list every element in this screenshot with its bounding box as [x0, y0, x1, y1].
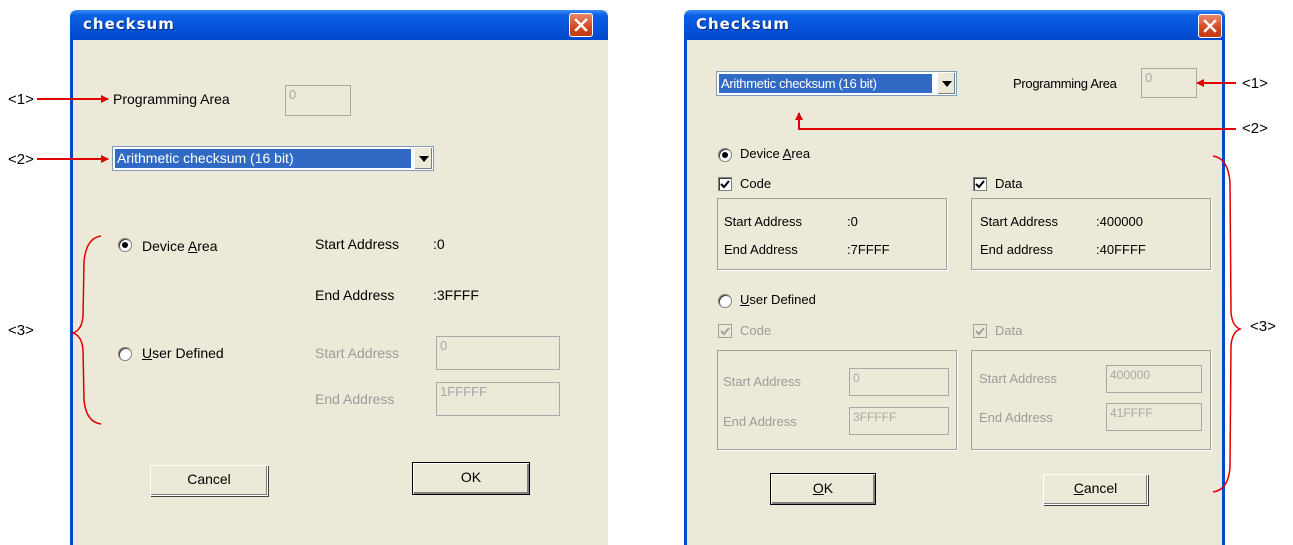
right-ud-code-label: Code: [740, 323, 772, 338]
checkmark-icon: [975, 327, 985, 336]
right-data-start-label: Start Address: [980, 214, 1059, 229]
left-ud-start-address-field: 0: [436, 336, 560, 370]
right-code-checkbox[interactable]: [718, 177, 732, 191]
right-window-frame-left: [684, 40, 687, 545]
right-close-button[interactable]: [1198, 14, 1222, 38]
right-checksum-dialog: Checksum Arithmetic checksum (16 bit) Pr…: [684, 10, 1225, 545]
right-checksum-type-dropdown[interactable]: Arithmetic checksum (16 bit): [716, 71, 957, 96]
right-code-start-label: Start Address: [724, 214, 803, 229]
left-programming-area-field: 0: [285, 85, 351, 116]
right-code-end-value: :7FFFF: [847, 242, 890, 257]
right-dropdown-button[interactable]: [937, 73, 955, 94]
left-end-address-label: End Address: [315, 287, 395, 303]
checkmark-icon: [975, 180, 985, 189]
checkmark-icon: [720, 327, 730, 336]
dropdown-arrow-icon: [942, 80, 952, 87]
right-data-label: Data: [995, 176, 1023, 191]
left-device-area-label: Device Area: [142, 238, 218, 254]
right-ud-code-end-field: 3FFFFF: [849, 407, 949, 435]
right-ud-data-end-label: End Address: [979, 410, 1053, 425]
left-start-address-value: :0: [433, 236, 445, 252]
left-callout-3: <3>: [8, 322, 34, 339]
left-checksum-type-dropdown[interactable]: Arithmetic checksum (16 bit): [112, 146, 434, 171]
close-icon: [574, 18, 588, 32]
right-data-checkbox[interactable]: [973, 177, 987, 191]
right-ud-code-address-group: [717, 350, 957, 450]
left-user-defined-label: User Defined: [142, 345, 224, 361]
left-device-area-radio[interactable]: [118, 238, 132, 252]
right-checksum-type-value: Arithmetic checksum (16 bit): [719, 74, 932, 93]
left-checksum-dialog: checksum Programming Area 0 Arithmetic c…: [70, 10, 608, 545]
left-ud-end-address-field: 1FFFFF: [436, 382, 560, 416]
left-checksum-type-value: Arithmetic checksum (16 bit): [115, 149, 411, 168]
left-callout-2: <2>: [8, 151, 34, 168]
right-ud-data-start-label: Start Address: [979, 371, 1058, 386]
dropdown-arrow-icon: [419, 155, 429, 162]
left-close-button[interactable]: [569, 13, 593, 37]
right-ok-button[interactable]: OK: [770, 473, 876, 505]
left-programming-area-label: Programming Area: [113, 91, 230, 107]
right-code-label: Code: [740, 176, 772, 191]
checkmark-icon: [720, 180, 730, 189]
right-ud-data-end-field: 41FFFF: [1106, 403, 1202, 431]
right-callout-2: <2>: [1242, 120, 1268, 137]
right-ud-code-end-label: End Address: [723, 414, 797, 429]
right-ud-code-start-label: Start Address: [723, 374, 802, 389]
right-user-defined-radio[interactable]: [718, 294, 732, 308]
radio-dot-icon: [122, 242, 128, 248]
right-ud-data-checkbox[interactable]: [973, 324, 987, 338]
left-ud-end-address-label: End Address: [315, 391, 395, 407]
left-title-bar: checksum: [70, 10, 608, 40]
left-ok-button[interactable]: OK: [412, 462, 530, 495]
right-callout-3: <3>: [1250, 318, 1276, 335]
right-data-end-label: End address: [980, 242, 1053, 257]
right-data-start-value: :400000: [1096, 214, 1143, 229]
right-code-start-value: :0: [847, 214, 858, 229]
right-ud-data-start-field: 400000: [1106, 365, 1202, 393]
right-code-end-label: End Address: [724, 242, 798, 257]
left-ud-start-address-label: Start Address: [315, 345, 400, 361]
right-data-address-group: [971, 198, 1211, 270]
right-ud-code-start-field: 0: [849, 368, 949, 396]
left-dropdown-button[interactable]: [414, 148, 432, 169]
left-callout-1: <1>: [8, 91, 34, 108]
right-device-area-radio[interactable]: [718, 148, 732, 162]
left-start-address-label: Start Address: [315, 236, 400, 252]
right-ud-code-checkbox[interactable]: [718, 324, 732, 338]
radio-dot-icon: [722, 152, 728, 158]
right-title-bar: Checksum: [684, 10, 1225, 40]
right-programming-area-label: Programming Area: [1013, 76, 1117, 91]
right-ud-data-label: Data: [995, 323, 1023, 338]
right-user-defined-label: User Defined: [740, 292, 816, 307]
left-end-address-value: :3FFFF: [433, 287, 479, 303]
left-cancel-button[interactable]: Cancel: [150, 465, 268, 496]
left-dialog-title: checksum: [83, 15, 175, 33]
close-icon: [1203, 19, 1217, 33]
right-code-address-group: [717, 198, 947, 270]
right-data-end-value: :40FFFF: [1096, 242, 1146, 257]
left-user-defined-radio[interactable]: [118, 347, 132, 361]
right-programming-area-field: 0: [1141, 68, 1197, 98]
right-dialog-title: Checksum: [696, 15, 790, 33]
left-window-frame: [70, 40, 73, 545]
right-window-frame-right: [1222, 40, 1225, 545]
right-device-area-label: Device Area: [740, 146, 811, 161]
right-callout-1: <1>: [1242, 75, 1268, 92]
right-cancel-button[interactable]: Cancel: [1043, 474, 1148, 505]
